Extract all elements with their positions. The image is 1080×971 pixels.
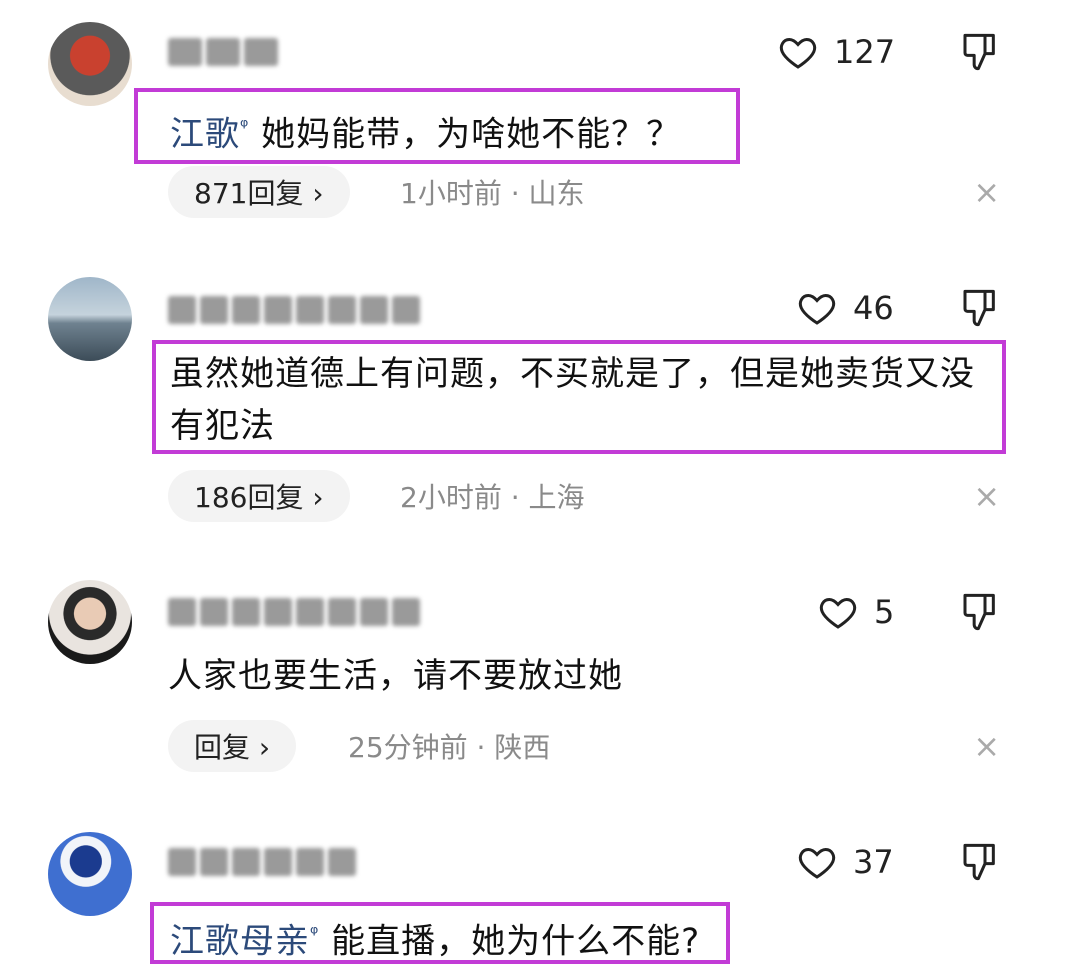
avatar[interactable] bbox=[48, 277, 132, 361]
comment-meta: 25分钟前 · 陕西 bbox=[348, 720, 550, 772]
like-group[interactable]: 37 bbox=[797, 840, 894, 884]
username-blurred[interactable] bbox=[168, 842, 356, 882]
thumbs-down-icon[interactable] bbox=[960, 30, 1000, 74]
username-blurred[interactable] bbox=[168, 592, 420, 632]
avatar[interactable] bbox=[48, 580, 132, 664]
reply-label: 871回复 › bbox=[194, 177, 324, 210]
reply-label: 回复 › bbox=[194, 731, 271, 764]
like-count: 5 bbox=[874, 593, 895, 631]
mention-link[interactable]: 江歌 bbox=[170, 114, 240, 154]
mention-link[interactable]: 江歌母亲 bbox=[170, 921, 310, 961]
reply-button[interactable]: 871回复 › bbox=[168, 166, 350, 218]
like-count: 37 bbox=[853, 843, 894, 881]
comment-meta: 1小时前 · 山东 bbox=[400, 166, 585, 218]
reply-button[interactable]: 186回复 › bbox=[168, 470, 350, 522]
like-count: 127 bbox=[834, 33, 896, 71]
heart-icon[interactable] bbox=[818, 592, 858, 632]
like-group[interactable]: 46 bbox=[797, 286, 894, 330]
search-icon[interactable]: ᵠ bbox=[240, 114, 249, 138]
meta-text: 1小时前 · 山东 bbox=[400, 177, 585, 210]
reply-button[interactable]: 回复 › bbox=[168, 720, 297, 772]
meta-text: 25分钟前 · 陕西 bbox=[348, 731, 551, 764]
close-icon[interactable]: × bbox=[973, 470, 1000, 522]
username-blurred[interactable] bbox=[168, 290, 420, 330]
close-icon[interactable]: × bbox=[973, 166, 1000, 218]
avatar[interactable] bbox=[48, 22, 132, 106]
heart-icon[interactable] bbox=[797, 842, 837, 882]
thumbs-down-icon[interactable] bbox=[960, 840, 1000, 884]
like-count: 46 bbox=[853, 289, 894, 327]
thumbs-down-icon[interactable] bbox=[960, 590, 1000, 634]
avatar[interactable] bbox=[48, 832, 132, 916]
comment-text: 能直播，她为什么不能? bbox=[331, 921, 701, 962]
heart-icon[interactable] bbox=[778, 32, 818, 72]
comment-text-highlighted: 虽然她道德上有问题，不买就是了，但是她卖货又没有犯法 bbox=[152, 340, 1006, 454]
comment-text: 她妈能带，为啥她不能？？ bbox=[261, 114, 682, 155]
like-group[interactable]: 127 bbox=[778, 30, 895, 74]
heart-icon[interactable] bbox=[797, 288, 837, 328]
comment-text-highlighted: 江歌母亲ᵠ 能直播，她为什么不能? bbox=[150, 902, 730, 964]
username-blurred[interactable] bbox=[168, 32, 278, 72]
comment-text: 虽然她道德上有问题，不买就是了，但是她卖货又没有犯法 bbox=[170, 354, 975, 446]
comment-text: 人家也要生活，请不要放过她 bbox=[168, 656, 623, 696]
meta-text: 2小时前 · 上海 bbox=[400, 481, 585, 514]
comment-meta: 2小时前 · 上海 bbox=[400, 470, 585, 522]
reply-label: 186回复 › bbox=[194, 481, 324, 514]
thumbs-down-icon[interactable] bbox=[960, 286, 1000, 330]
like-group[interactable]: 5 bbox=[818, 590, 894, 634]
close-icon[interactable]: × bbox=[973, 720, 1000, 772]
search-icon[interactable]: ᵠ bbox=[310, 921, 319, 945]
comment-text-highlighted: 江歌ᵠ 她妈能带，为啥她不能？？ bbox=[134, 88, 740, 164]
